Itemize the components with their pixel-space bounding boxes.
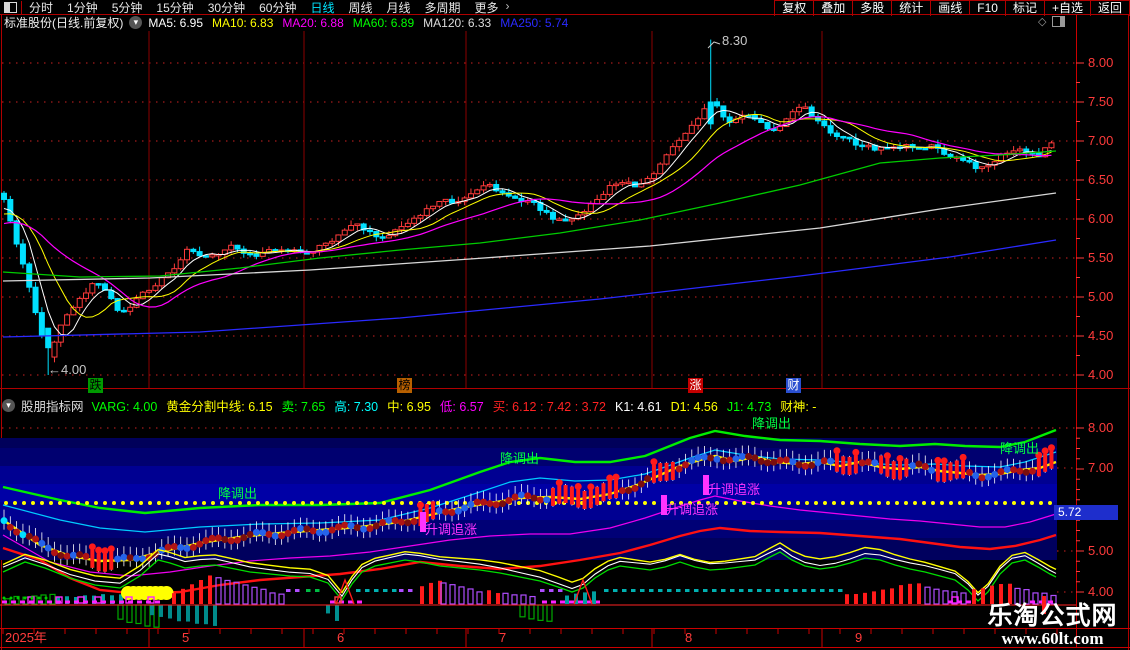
chart-canvas[interactable]: 8.007.507.006.506.005.505.004.504.00降调出降… [0,0,1130,650]
title-icons: ◇ [1038,15,1066,28]
panel-axis-tick: 4.00 [1088,584,1113,599]
axis-month-label: 9 [855,630,862,645]
diamond-icon[interactable]: ◇ [1038,15,1046,28]
panel-axis-tick: 8.00 [1088,420,1113,435]
axis-month-label: 8 [685,630,692,645]
app-window: 8.00 7.50 7.00 6.50 6.00 5.50 5.00 4.50 4.00 降调出降… [0,0,1130,650]
annotation-drop-out: 降调出 [500,451,539,466]
main-axis-tick: 5.00 [1088,289,1113,304]
indicator-header: ▾ 股朋指标网 VARG: 4.00 黄金分割中线: 6.15 卖: 7.65 高: … [0,397,1070,414]
hot-label-财[interactable]: 财 [786,378,801,393]
tools-menu: 复权 叠加 多股 统计 画线 F10 标记 +自选 返回 [774,0,1130,16]
hot-label-榜[interactable]: 榜 [397,378,412,393]
ma-label: MA20: 6.88 [282,15,344,30]
top-menubar: 分时 1分钟 5分钟 15分钟 30分钟 60分钟 日线 周线 月线 多周期 更多 › 复权 叠加 多股统… [0,0,1130,16]
main-axis-tick: 4.00 [1088,367,1113,382]
annotation-drop-out: 降调出 [1000,441,1039,456]
ma-label: MA250: 5.74 [500,15,569,30]
main-axis-tick: 8.00 [1088,55,1113,70]
indicator-field: VARG: 4.00 [91,400,158,414]
menu-item-F10[interactable]: F10 [969,0,1005,15]
main-axis-tick: 6.00 [1088,211,1113,226]
ma-label: MA5: 6.95 [148,15,204,30]
ma-labels: MA5: 6.95 MA10: 6.83 MA20: 6.88 MA60: 6.89 M… [148,16,577,30]
window-split-button[interactable] [0,0,22,14]
low-price-annotation: ←4.00 [48,362,87,377]
window-split-icon [4,1,17,13]
indicator-chevron-icon[interactable]: ▾ [2,399,15,412]
ma-label: MA120: 6.33 [423,15,492,30]
indicator-field: 买: 6.12 : 7.42 : 3.72 [492,400,606,414]
annotation-chase-up: 升调追涨 [666,502,718,517]
main-axis-tick: 7.50 [1088,94,1113,109]
main-axis-tick: 5.50 [1088,250,1113,265]
watermark-site-name: 乐淘公式网 [987,602,1118,630]
axis-price-badge: 5.72 [1054,505,1118,520]
indicator-source: 股朋指标网 [21,400,84,414]
main-axis-tick: 4.50 [1088,328,1113,343]
annotation-drop-out: 降调出 [752,416,791,431]
sidebar-toggle-icon[interactable] [1052,16,1066,27]
ma-label: MA10: 6.83 [212,15,274,30]
indicator-field: 低: 6.57 [439,400,484,414]
indicator-field: K1: 4.61 [614,400,662,414]
main-axis-tick: 7.00 [1088,133,1113,148]
axis-month-label: 5 [182,630,189,645]
indicator-fields: VARG: 4.00 黄金分割中线: 6.15 卖: 7.65 高: 7.30 中: 6… [92,397,826,414]
indicator-field: 卖: 7.65 [281,400,326,414]
indicator-field: 财神: - [780,400,817,414]
indicator-field: D1: 4.56 [670,400,718,414]
high-price-annotation: 8.30 [722,33,748,48]
annotation-chase-up: 升调追涨 [708,482,760,497]
indicator-field: 高: 7.30 [334,400,379,414]
watermark-url: www.60lt.com [1001,629,1104,648]
indicator-field: 中: 6.95 [387,400,431,414]
hot-label-跌[interactable]: 跌 [88,378,103,393]
indicator-field: J1: 4.73 [726,400,772,414]
watermark: 乐淘公式网 www.60lt.com [975,602,1130,648]
hot-label-涨[interactable]: 涨 [688,378,703,393]
main-axis-tick: 6.50 [1088,172,1113,187]
panel-axis-tick: 7.00 [1088,460,1113,475]
title-bar: 标准股份(日线.前复权) ▾ MA5: 6.95 MA10: 6.83 MA20: … [0,14,1130,31]
ma-label: MA60: 6.89 [352,15,415,30]
annotation-drop-out: 降调出 [218,486,257,501]
axis-month-label: 2025年 [5,630,47,645]
axis-month-label: 6 [337,630,344,645]
annotation-chase-up: 升调追涨 [425,522,477,537]
axis-month-label: 7 [499,630,506,645]
chevron-down-icon[interactable]: ▾ [129,16,143,29]
page-title: 标准股份(日线.前复权) [4,16,124,30]
indicator-field: 黄金分割中线: 6.15 [166,400,273,414]
panel-axis-tick: 5.00 [1088,543,1113,558]
